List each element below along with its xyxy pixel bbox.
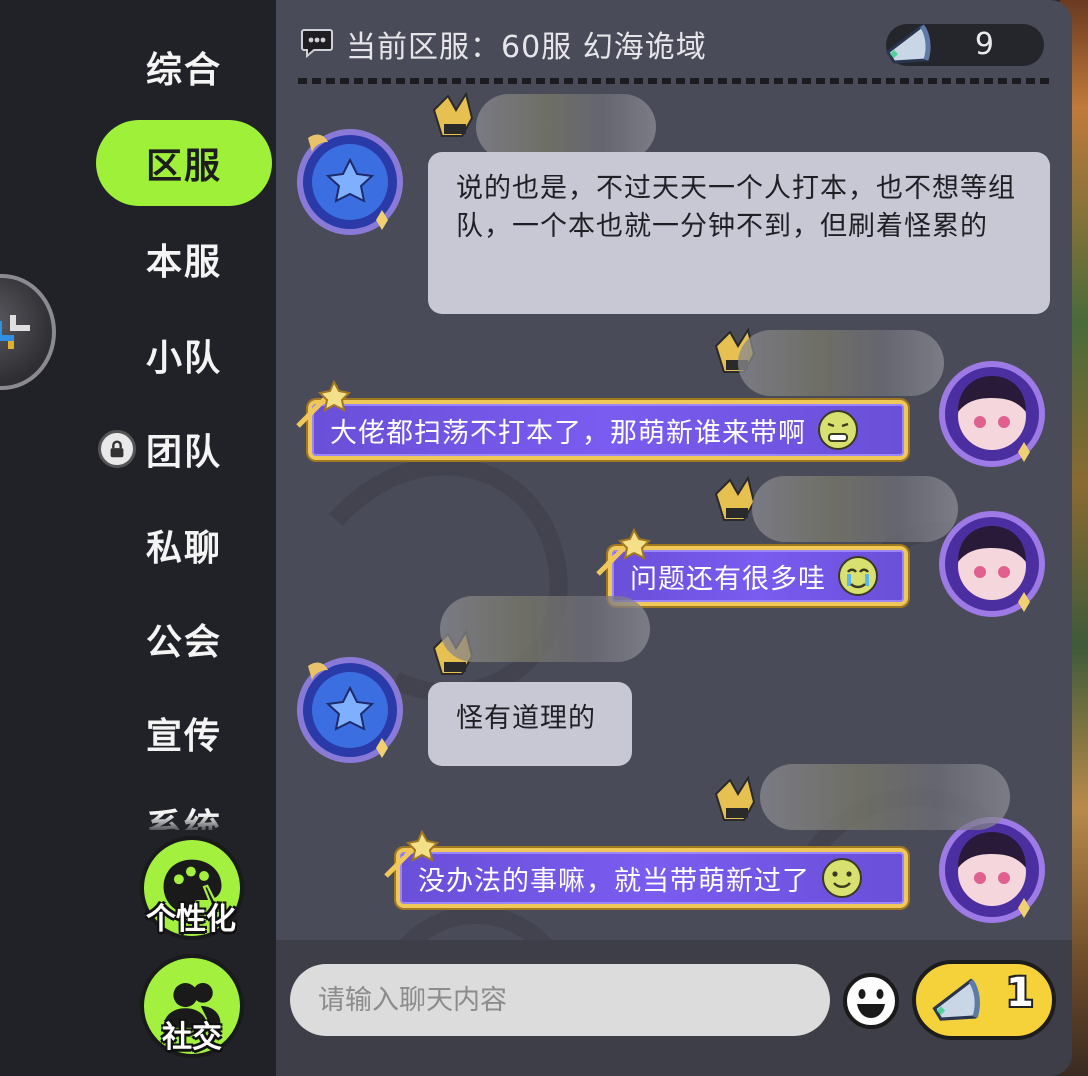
tab-server-zone[interactable]: 区服 <box>96 120 272 206</box>
player-name-blurred <box>440 596 650 662</box>
tab-label: 小队 <box>145 338 222 379</box>
header-divider <box>298 78 1050 84</box>
tab-label: 团队 <box>145 432 222 473</box>
tab-promotion[interactable]: 宣传 <box>96 690 272 776</box>
message-bubble-fancy: 没办法的事嘛，就当带萌新过了 <box>396 848 908 908</box>
social-label: 社交 <box>162 1020 222 1055</box>
sweat-smile-emoji-icon <box>822 858 862 898</box>
player-name-blurred <box>738 330 944 396</box>
scroll-fade <box>96 815 272 835</box>
player-name-blurred <box>760 764 1010 830</box>
chat-input-bar: 1 <box>276 940 1072 1076</box>
star-wand-decoration <box>384 830 440 878</box>
tab-general[interactable]: 综合 <box>96 24 272 110</box>
floating-menu-orb[interactable] <box>0 274 56 390</box>
tab-label: 区服 <box>145 146 222 187</box>
message-text: 怪有道理的 <box>428 682 632 766</box>
tab-guild[interactable]: 公会 <box>96 596 272 682</box>
tab-private-chat[interactable]: 私聊 <box>96 502 272 588</box>
grimace-emoji-icon <box>818 410 858 450</box>
player-name-blurred <box>752 476 958 542</box>
message-list[interactable]: 说的也是，不过天天一个人打本，也不想等组队，一个本也就一分钟不到，但刷着怪累的 … <box>276 88 1072 940</box>
emoji-picker-button[interactable] <box>842 972 900 1030</box>
star-wand-decoration <box>296 380 352 428</box>
player-avatar-girl[interactable] <box>932 352 1052 472</box>
chat-header: 当前区服：60服 幻海诡域 9 <box>276 0 1072 88</box>
horn-counter: 9 <box>886 23 1044 66</box>
send-horn-count: 1 <box>1006 970 1034 1016</box>
chat-panel: 当前区服：60服 幻海诡域 9 说的也是，不过天天一个人打本，也不想等组队，一个… <box>276 0 1072 1076</box>
tab-label: 宣传 <box>145 716 222 757</box>
message-text: 问题还有很多哇 <box>630 563 826 595</box>
star-wand-decoration <box>596 528 652 576</box>
player-avatar-star[interactable] <box>290 120 410 240</box>
chat-bubble-icon <box>301 29 333 59</box>
tab-squad[interactable]: 小队 <box>96 312 272 398</box>
grid-glyph-icon <box>0 315 30 349</box>
tab-label: 公会 <box>145 622 222 663</box>
horn-count: 9 <box>974 27 994 62</box>
tab-label: 本服 <box>145 242 222 283</box>
tab-team[interactable]: 团队 <box>96 406 272 492</box>
title-badge-icon <box>714 775 756 821</box>
player-name-blurred <box>476 94 656 160</box>
tab-this-server[interactable]: 本服 <box>96 216 272 302</box>
horn-icon <box>932 978 980 1021</box>
channel-sidebar: 综合 区服 本服 小队 团队 私聊 公会 宣传 系统 <box>0 0 276 1076</box>
message-bubble-fancy: 大佬都扫荡不打本了，那萌新谁来带啊 <box>308 400 908 460</box>
message-text: 没办法的事嘛，就当带萌新过了 <box>418 865 810 897</box>
horn-send-button[interactable]: 1 <box>912 960 1056 1040</box>
message-text: 说的也是，不过天天一个人打本，也不想等组队，一个本也就一分钟不到，但刷着怪累的 <box>428 152 1050 314</box>
horn-icon <box>886 23 931 64</box>
player-avatar-star[interactable] <box>290 648 410 768</box>
chat-message-input[interactable] <box>290 964 830 1036</box>
lock-icon <box>98 430 136 468</box>
server-name: 当前区服：60服 幻海诡域 <box>346 30 707 65</box>
crying-emoji-icon <box>838 556 878 596</box>
personalize-label: 个性化 <box>146 902 236 937</box>
message-text: 大佬都扫荡不打本了，那萌新谁来带啊 <box>330 417 806 449</box>
tab-label: 私聊 <box>145 528 222 569</box>
tab-label: 综合 <box>145 50 222 91</box>
title-badge-icon <box>432 91 474 137</box>
